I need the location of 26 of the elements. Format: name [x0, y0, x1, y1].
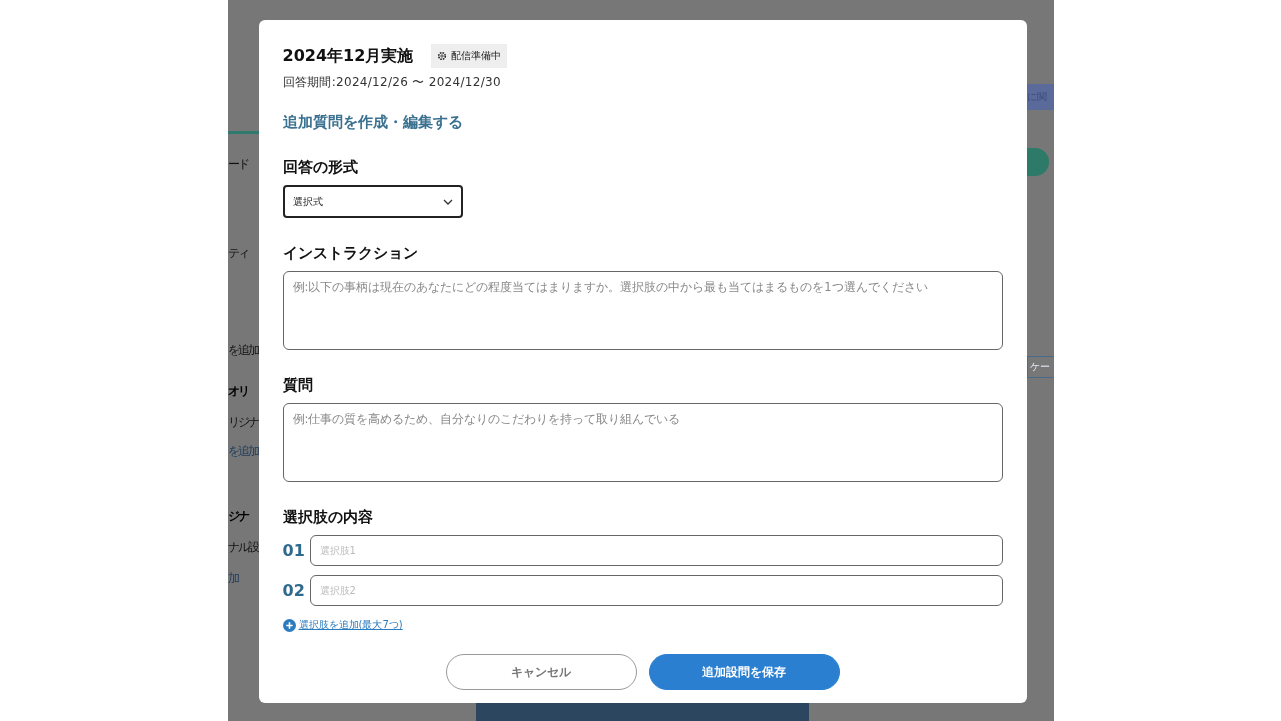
field-label: インストラクション: [282, 244, 419, 263]
answer-period: 回答期間:2024/12/26 〜 2024/12/30: [282, 74, 502, 91]
text-area[interactable]: 例:仕事の質を高めるため、自分なりのこだわりを持って取り組んでいる: [282, 403, 1003, 482]
background-text: を追加: [227, 344, 259, 357]
text-area[interactable]: 例:以下の事柄は現在のあなたにどの程度当てはまりますか。選択肢の中から最も当てはまるものを1つ選んでください: [282, 271, 1003, 350]
choice-number: 02: [282, 581, 302, 600]
background-text: リジナ: [227, 416, 259, 429]
cancel-button[interactable]: キャンセル: [445, 654, 637, 690]
background-text: オリ: [227, 385, 249, 398]
add-choice-link[interactable]: 選択肢を追加(最大7つ): [298, 618, 403, 632]
dialog-title: 2024年12月実施: [282, 45, 414, 67]
field-label: 選択肢の内容: [282, 508, 374, 527]
plus-circle-icon[interactable]: [282, 618, 296, 632]
save-button[interactable]: 追加設問を保存: [648, 654, 840, 690]
choice-number: 01: [282, 541, 302, 560]
section-heading: 追加質問を作成・編集する: [282, 113, 464, 132]
background-text: ード: [227, 158, 249, 171]
background-text: ナル設: [227, 541, 259, 554]
field-label: 質問: [282, 376, 314, 395]
background-text: ティ: [227, 247, 249, 260]
gear-icon: [437, 51, 448, 61]
format-select[interactable]: 選択式: [282, 185, 463, 218]
chevron-down-icon: [442, 198, 453, 205]
background-text: ジナ: [227, 510, 249, 523]
field-label: 回答の形式: [282, 158, 359, 177]
status-badge: 配信準備中: [431, 44, 508, 68]
